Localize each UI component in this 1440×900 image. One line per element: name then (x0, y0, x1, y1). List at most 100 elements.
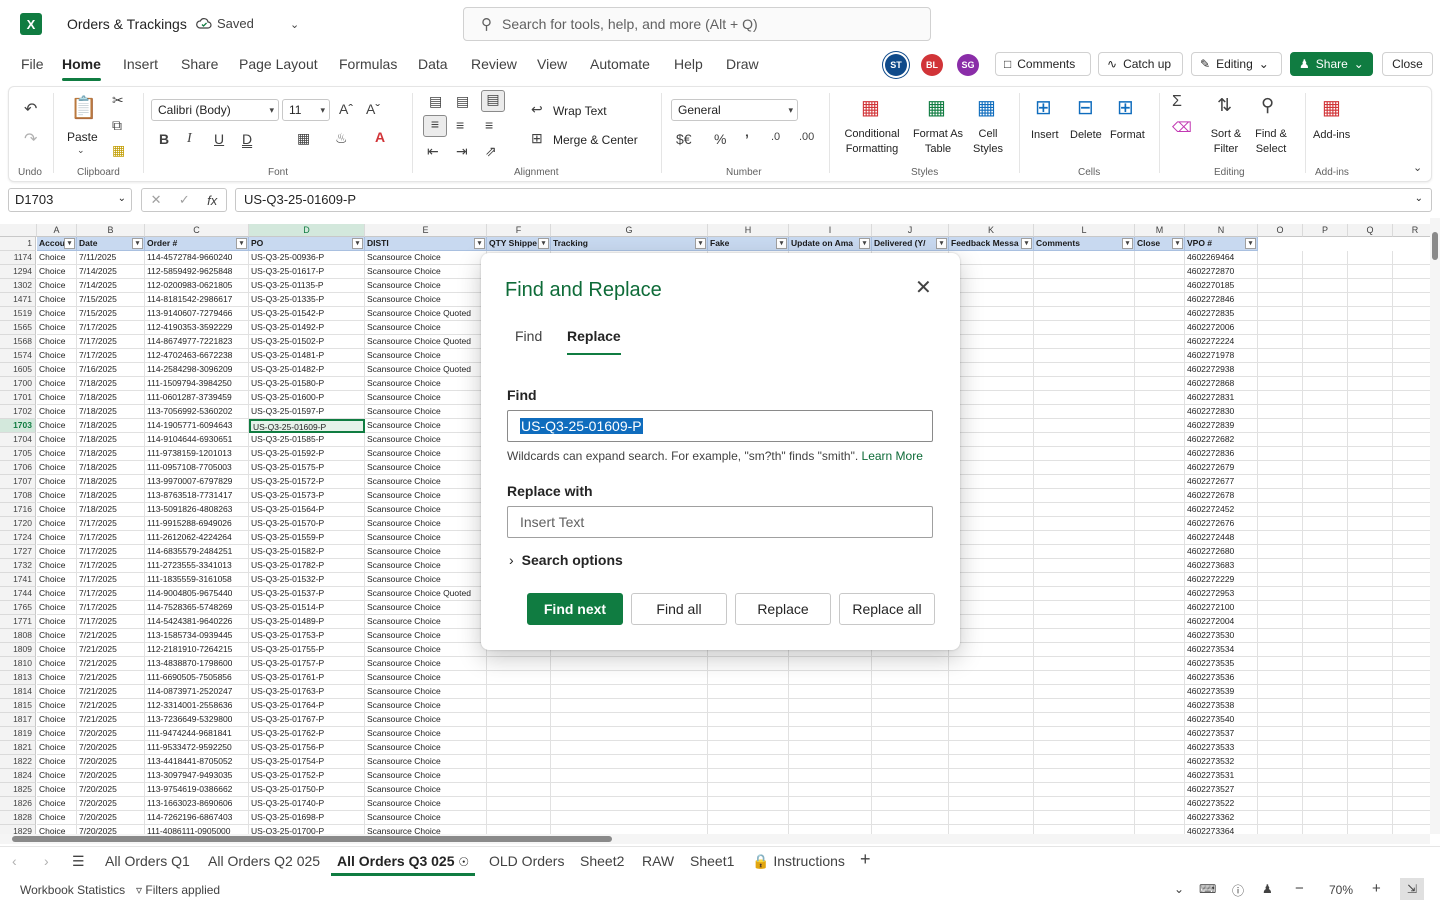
table-cell[interactable] (1393, 475, 1430, 489)
table-cell[interactable] (1034, 657, 1135, 671)
table-cell[interactable] (1258, 391, 1303, 405)
table-cell[interactable]: Scansource Choice (365, 545, 487, 559)
table-cell[interactable]: Choice (37, 573, 77, 587)
tab-page-layout[interactable]: Page Layout (239, 56, 318, 72)
wrap-text-icon[interactable]: ↩ (531, 101, 543, 118)
table-cell[interactable] (1393, 335, 1430, 349)
avatar[interactable]: SG (957, 54, 979, 76)
table-cell[interactable]: Scansource Choice (365, 755, 487, 769)
table-cell[interactable]: Scansource Choice (365, 657, 487, 671)
filter-dropdown-icon[interactable]: ▾ (776, 238, 787, 249)
row-header[interactable]: 1765 (0, 601, 36, 615)
table-cell[interactable] (872, 797, 949, 811)
table-cell[interactable] (1348, 629, 1393, 643)
sort-filter-icon[interactable]: ⇅ (1217, 95, 1232, 116)
delete-cells-button[interactable]: Delete (1070, 128, 1102, 143)
table-cell[interactable] (949, 685, 1034, 699)
table-cell[interactable] (872, 825, 949, 834)
table-cell[interactable] (1135, 825, 1185, 834)
table-cell[interactable]: 4602273362 (1185, 811, 1258, 825)
table-cell[interactable] (1348, 335, 1393, 349)
table-cell[interactable] (1135, 433, 1185, 447)
table-cell[interactable] (1393, 503, 1430, 517)
table-cell[interactable] (487, 671, 551, 685)
row-header[interactable]: 1826 (0, 797, 36, 811)
table-cell[interactable]: 7/17/2025 (77, 559, 145, 573)
table-cell[interactable]: 111-4086111-0905000 (145, 825, 249, 834)
table-cell[interactable] (1393, 517, 1430, 531)
table-cell[interactable] (1034, 251, 1135, 265)
table-cell[interactable] (1034, 783, 1135, 797)
table-cell[interactable] (1135, 377, 1185, 391)
search-box[interactable]: ⚲ Search for tools, help, and more (Alt … (463, 7, 931, 41)
table-cell[interactable] (949, 377, 1034, 391)
table-cell[interactable] (1034, 601, 1135, 615)
tab-file[interactable]: File (21, 56, 44, 72)
table-cell[interactable]: Scansource Choice (365, 769, 487, 783)
italic-icon[interactable]: I (187, 131, 192, 147)
table-cell[interactable] (1258, 587, 1303, 601)
table-cell[interactable] (949, 265, 1034, 279)
table-cell[interactable] (1348, 265, 1393, 279)
table-cell[interactable]: Scansource Choice (365, 713, 487, 727)
row-header[interactable]: 1705 (0, 447, 36, 461)
table-cell[interactable]: US-Q3-25-01570-P (249, 517, 365, 531)
redo-icon[interactable]: ↷ (24, 129, 37, 149)
table-cell[interactable] (1135, 447, 1185, 461)
row-header[interactable]: 1727 (0, 545, 36, 559)
filter-dropdown-icon[interactable]: ▾ (1021, 238, 1032, 249)
table-cell[interactable] (1135, 587, 1185, 601)
table-cell[interactable]: 4602273539 (1185, 685, 1258, 699)
table-cell[interactable]: 114-2584298-3096209 (145, 363, 249, 377)
table-cell[interactable] (1135, 545, 1185, 559)
table-cell[interactable] (1034, 349, 1135, 363)
column-header[interactable]: N (1185, 224, 1258, 237)
table-cell[interactable] (1258, 293, 1303, 307)
table-cell[interactable]: 112-4702463-6672238 (145, 349, 249, 363)
table-cell[interactable] (949, 755, 1034, 769)
table-cell[interactable] (1393, 545, 1430, 559)
table-cell[interactable]: Scansource Choice (365, 601, 487, 615)
table-cell[interactable] (1348, 769, 1393, 783)
table-cell[interactable] (1034, 377, 1135, 391)
function-icon[interactable]: fx (207, 193, 217, 208)
table-cell[interactable] (1303, 321, 1348, 335)
table-cell[interactable] (949, 671, 1034, 685)
table-cell[interactable] (551, 825, 708, 834)
row-header[interactable]: 1704 (0, 433, 36, 447)
column-header[interactable]: L (1034, 224, 1135, 237)
table-cell[interactable] (949, 363, 1034, 377)
decrease-indent-icon[interactable]: ⇤ (427, 143, 439, 160)
table-cell[interactable] (949, 629, 1034, 643)
table-header-cell[interactable]: VPO # ▾ (1185, 237, 1258, 251)
table-cell[interactable]: 114-5424381-9640226 (145, 615, 249, 629)
table-cell[interactable] (1303, 615, 1348, 629)
table-cell[interactable] (1303, 657, 1348, 671)
table-cell[interactable] (1258, 461, 1303, 475)
table-cell[interactable]: 4602273683 (1185, 559, 1258, 573)
table-cell[interactable] (789, 769, 872, 783)
table-cell[interactable] (1034, 461, 1135, 475)
catch-up-button[interactable]: ∿ Catch up (1098, 52, 1183, 76)
table-cell[interactable] (708, 727, 789, 741)
filter-dropdown-icon[interactable]: ▾ (236, 238, 247, 249)
table-cell[interactable]: 7/21/2025 (77, 657, 145, 671)
table-cell[interactable]: US-Q3-25-01489-P (249, 615, 365, 629)
table-cell[interactable] (1258, 573, 1303, 587)
table-cell[interactable] (1393, 377, 1430, 391)
table-cell[interactable]: 7/18/2025 (77, 405, 145, 419)
table-cell[interactable]: 4602272448 (1185, 531, 1258, 545)
table-cell[interactable] (1135, 615, 1185, 629)
table-cell[interactable]: Choice (37, 363, 77, 377)
table-cell[interactable] (1135, 755, 1185, 769)
table-cell[interactable]: Scansource Choice (365, 685, 487, 699)
table-cell[interactable] (872, 727, 949, 741)
table-cell[interactable]: 4602272452 (1185, 503, 1258, 517)
table-cell[interactable]: 7/17/2025 (77, 545, 145, 559)
table-cell[interactable]: 111-9533472-9592250 (145, 741, 249, 755)
table-cell[interactable] (1258, 755, 1303, 769)
table-cell[interactable]: Choice (37, 741, 77, 755)
table-cell[interactable] (1348, 349, 1393, 363)
table-header-cell[interactable]: Accou ▾ (37, 237, 77, 251)
table-cell[interactable] (949, 783, 1034, 797)
